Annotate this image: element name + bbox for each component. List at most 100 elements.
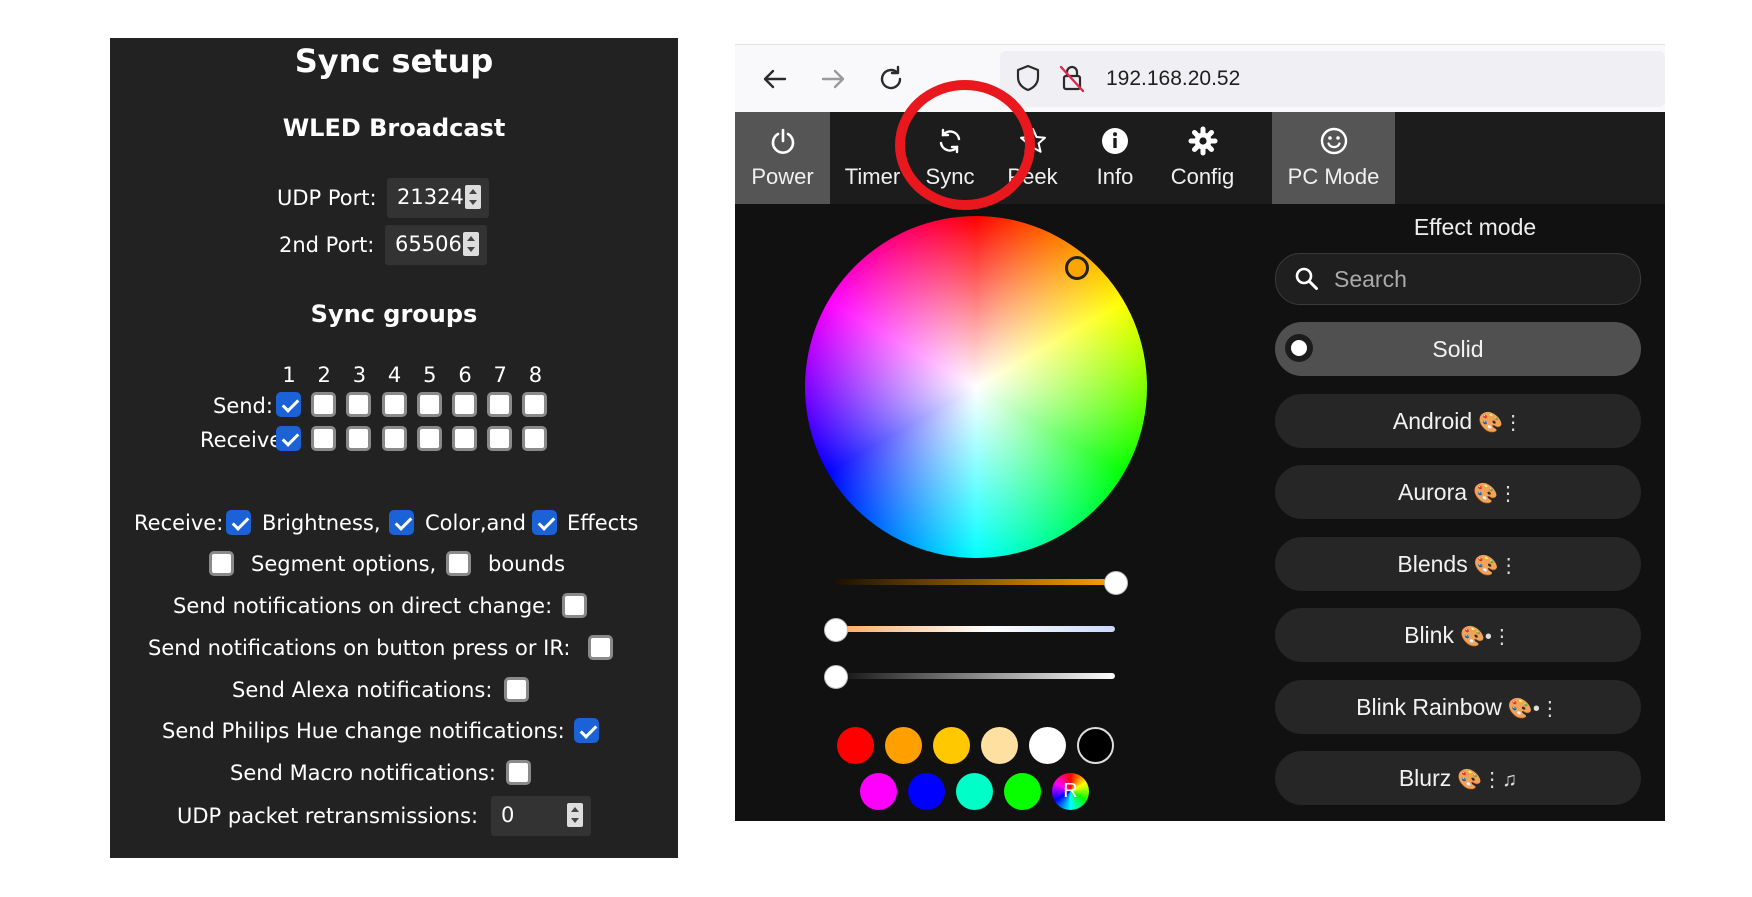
send-group-1-checkbox[interactable]	[276, 392, 301, 417]
send-group-6-checkbox[interactable]	[452, 392, 477, 417]
color-swatch[interactable]	[908, 773, 945, 810]
receive-group-3-checkbox[interactable]	[346, 426, 372, 451]
send-group-7-checkbox[interactable]	[487, 392, 513, 417]
effect-search-input[interactable]: Search	[1275, 253, 1641, 305]
lock-slash-icon[interactable]	[1056, 62, 1088, 94]
receive-group-6-checkbox[interactable]	[452, 426, 477, 451]
receive-group-7-checkbox[interactable]	[487, 426, 513, 451]
effect-label: Blends	[1397, 550, 1468, 577]
moon-icon	[864, 130, 876, 152]
receive-group-4-checkbox[interactable]	[381, 426, 407, 451]
alexa-checkbox[interactable]	[504, 677, 529, 702]
shield-icon[interactable]	[1012, 62, 1044, 94]
receive-group-8-checkbox[interactable]	[522, 426, 548, 451]
second-port-label: 2nd Port:	[279, 233, 375, 257]
button-press-checkbox[interactable]	[588, 635, 613, 660]
brightness-slider[interactable]	[835, 579, 1115, 585]
url-bar[interactable]	[1000, 51, 1665, 107]
effect-item[interactable]: Solid	[1275, 322, 1641, 376]
effects-label: Effects	[567, 511, 639, 535]
receive-group-1-checkbox[interactable]	[276, 426, 301, 451]
bounds-label: bounds	[488, 552, 566, 576]
color-swatch[interactable]	[885, 727, 922, 764]
send-group-4-checkbox[interactable]	[381, 392, 407, 417]
tab-power[interactable]: Power	[735, 112, 830, 204]
receive-group-5-checkbox[interactable]	[416, 426, 442, 451]
group-number-5: 5	[423, 363, 437, 387]
white-balance-slider[interactable]	[835, 626, 1115, 632]
back-arrow-icon[interactable]	[759, 63, 791, 95]
white-level-slider-knob[interactable]	[824, 665, 848, 689]
spinner-icon[interactable]	[465, 185, 481, 209]
brightness-slider-knob[interactable]	[1104, 571, 1128, 595]
page-title: Sync setup	[294, 42, 494, 80]
tab-info[interactable]: Info	[1075, 112, 1155, 204]
send-group-8-checkbox[interactable]	[522, 392, 548, 417]
group-number-7: 7	[493, 363, 507, 387]
udp-port-input[interactable]: 21324	[387, 178, 489, 218]
color-swatch[interactable]	[1077, 727, 1114, 764]
color-wheel[interactable]	[805, 216, 1147, 558]
segment-options-label: Segment options,	[251, 552, 437, 576]
color-swatch[interactable]	[1029, 727, 1066, 764]
effect-item[interactable]: Blink Rainbow 🎨•⋮	[1275, 679, 1641, 734]
effect-label: Blurz	[1398, 765, 1452, 791]
direct-change-label: Send notifications on direct change:	[173, 594, 553, 618]
tab-label: Config	[1170, 164, 1235, 189]
palette-icon: 🎨⋮♫	[1457, 769, 1518, 791]
white-balance-slider-knob[interactable]	[824, 618, 848, 642]
spinner-icon[interactable]	[463, 232, 479, 256]
receive-group-2-checkbox[interactable]	[311, 426, 337, 451]
effect-item[interactable]: Blurz 🎨⋮♫	[1275, 751, 1641, 805]
forward-arrow-icon[interactable]	[817, 63, 849, 95]
send-group-2-checkbox[interactable]	[311, 392, 337, 417]
effect-name: Blink Rainbow 🎨•⋮	[1275, 694, 1641, 721]
second-port-input[interactable]: 65506	[385, 225, 487, 265]
effect-item[interactable]: Aurora 🎨⋮	[1275, 465, 1641, 519]
tab-pc-mode[interactable]: PC Mode	[1272, 112, 1395, 204]
color-swatch[interactable]	[837, 727, 874, 764]
effect-name: Aurora 🎨⋮	[1275, 479, 1641, 506]
tab-config[interactable]: Config	[1155, 112, 1250, 204]
random-color-button[interactable]: R	[1052, 773, 1089, 810]
color-checkbox[interactable]	[389, 510, 414, 535]
retransmissions-input[interactable]: 0	[491, 796, 591, 836]
color-label: Color,and	[425, 511, 527, 535]
color-swatch[interactable]	[981, 727, 1018, 764]
palette-icon: 🎨⋮	[1478, 411, 1524, 434]
color-swatch[interactable]	[860, 773, 897, 810]
palette-icon: 🎨•⋮	[1507, 697, 1560, 720]
effect-label: Blink Rainbow	[1356, 693, 1502, 720]
macro-checkbox[interactable]	[506, 760, 531, 785]
spinner-icon[interactable]	[567, 803, 583, 827]
effect-item[interactable]: Android 🎨⋮	[1275, 393, 1641, 448]
send-group-5-checkbox[interactable]	[416, 392, 442, 417]
color-wheel-handle[interactable]	[1065, 256, 1089, 280]
white-level-slider[interactable]	[835, 673, 1115, 679]
bounds-checkbox[interactable]	[446, 551, 471, 576]
palette-icon: 🎨⋮	[1473, 483, 1518, 505]
retransmissions-label: UDP packet retransmissions:	[177, 804, 479, 828]
effect-name: Blurz 🎨⋮♫	[1275, 765, 1641, 792]
effect-mode-heading: Effect mode	[1413, 214, 1537, 240]
info-icon	[1102, 128, 1128, 154]
palette-icon: 🎨⋮	[1473, 554, 1519, 577]
color-swatch[interactable]	[956, 773, 993, 810]
url-text[interactable]: 192.168.20.52	[1106, 67, 1240, 91]
reload-icon[interactable]	[875, 63, 907, 95]
effects-checkbox[interactable]	[532, 510, 557, 535]
tab-label: PC Mode	[1287, 164, 1380, 189]
color-swatch[interactable]	[933, 727, 970, 764]
effect-item[interactable]: Blends 🎨⋮	[1275, 536, 1641, 591]
hue-checkbox[interactable]	[574, 718, 599, 743]
direct-change-checkbox[interactable]	[562, 593, 587, 618]
group-number-6: 6	[458, 363, 472, 387]
segment-options-checkbox[interactable]	[209, 551, 234, 576]
send-group-3-checkbox[interactable]	[346, 392, 372, 417]
browser-window: 192.168.20.52 Power Timer Sync Peek Info…	[735, 44, 1665, 821]
effect-item[interactable]: Blink 🎨•⋮	[1275, 608, 1641, 662]
color-swatch[interactable]	[1004, 773, 1041, 810]
top-nav-tabs: Power Timer Sync Peek Info Config PC Mod…	[735, 112, 1665, 204]
group-number-3: 3	[352, 363, 367, 387]
brightness-checkbox[interactable]	[226, 510, 251, 535]
